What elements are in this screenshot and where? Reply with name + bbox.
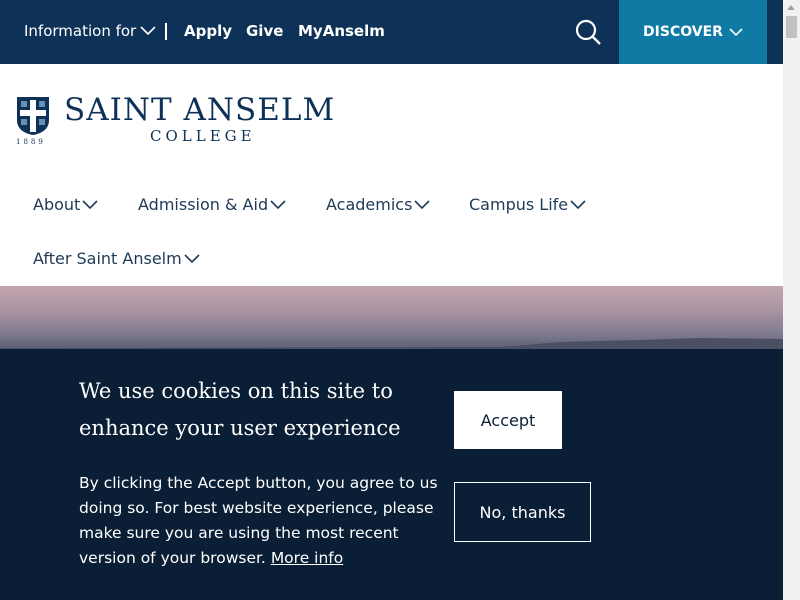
cookie-message: By clicking the Accept button, you agree…: [79, 471, 444, 571]
chevron-down-icon: [140, 26, 156, 36]
shield-crest-icon: [17, 97, 49, 135]
cookie-consent-banner: We use cookies on this site to enhance y…: [0, 349, 783, 600]
decline-button[interactable]: No, thanks: [454, 482, 591, 542]
chevron-down-icon: [414, 199, 431, 209]
nav-item-academics[interactable]: Academics: [326, 195, 431, 214]
nav-item-label: Academics: [326, 195, 413, 214]
nav-item-campus-life[interactable]: Campus Life: [469, 195, 586, 214]
cookie-body-text: By clicking the Accept button, you agree…: [79, 474, 438, 567]
myanselm-link[interactable]: MyAnselm: [298, 22, 385, 40]
chevron-down-icon: [82, 199, 98, 209]
nav-item-label: Admission & Aid: [138, 195, 269, 214]
nav-item-admission-aid[interactable]: Admission & Aid: [138, 195, 286, 214]
chevron-down-icon: [184, 253, 200, 263]
hero-image: [0, 286, 783, 350]
discover-label: DISCOVER: [643, 24, 723, 40]
accept-button[interactable]: Accept: [454, 391, 562, 449]
search-icon[interactable]: [574, 18, 602, 46]
nav-item-label: Campus Life: [469, 195, 569, 214]
college-subtitle: COLLEGE: [150, 127, 256, 145]
discover-button[interactable]: DISCOVER: [619, 0, 767, 64]
information-for-menu[interactable]: Information for: [24, 22, 156, 40]
cookie-headline: We use cookies on this site to enhance y…: [79, 379, 401, 440]
chevron-down-icon: [729, 27, 743, 36]
scrollbar[interactable]: [783, 0, 800, 600]
college-name: SAINT ANSELM: [64, 92, 336, 128]
information-for-label: Information for: [24, 22, 137, 40]
scrollbar-thumb[interactable]: [786, 16, 797, 38]
scroll-up-arrow-icon[interactable]: [787, 5, 795, 10]
more-info-link[interactable]: More info: [271, 549, 343, 567]
chevron-down-icon: [270, 199, 286, 209]
nav-item-after-saint-anselm[interactable]: After Saint Anselm: [33, 249, 200, 268]
founding-year: 1889: [16, 138, 46, 146]
nav-item-label: After Saint Anselm: [33, 249, 182, 268]
utility-divider: [165, 23, 167, 40]
chevron-down-icon: [570, 199, 586, 209]
nav-item-label: About: [33, 195, 81, 214]
apply-link[interactable]: Apply: [184, 22, 232, 40]
nav-item-about[interactable]: About: [33, 195, 98, 214]
give-link[interactable]: Give: [246, 22, 283, 40]
